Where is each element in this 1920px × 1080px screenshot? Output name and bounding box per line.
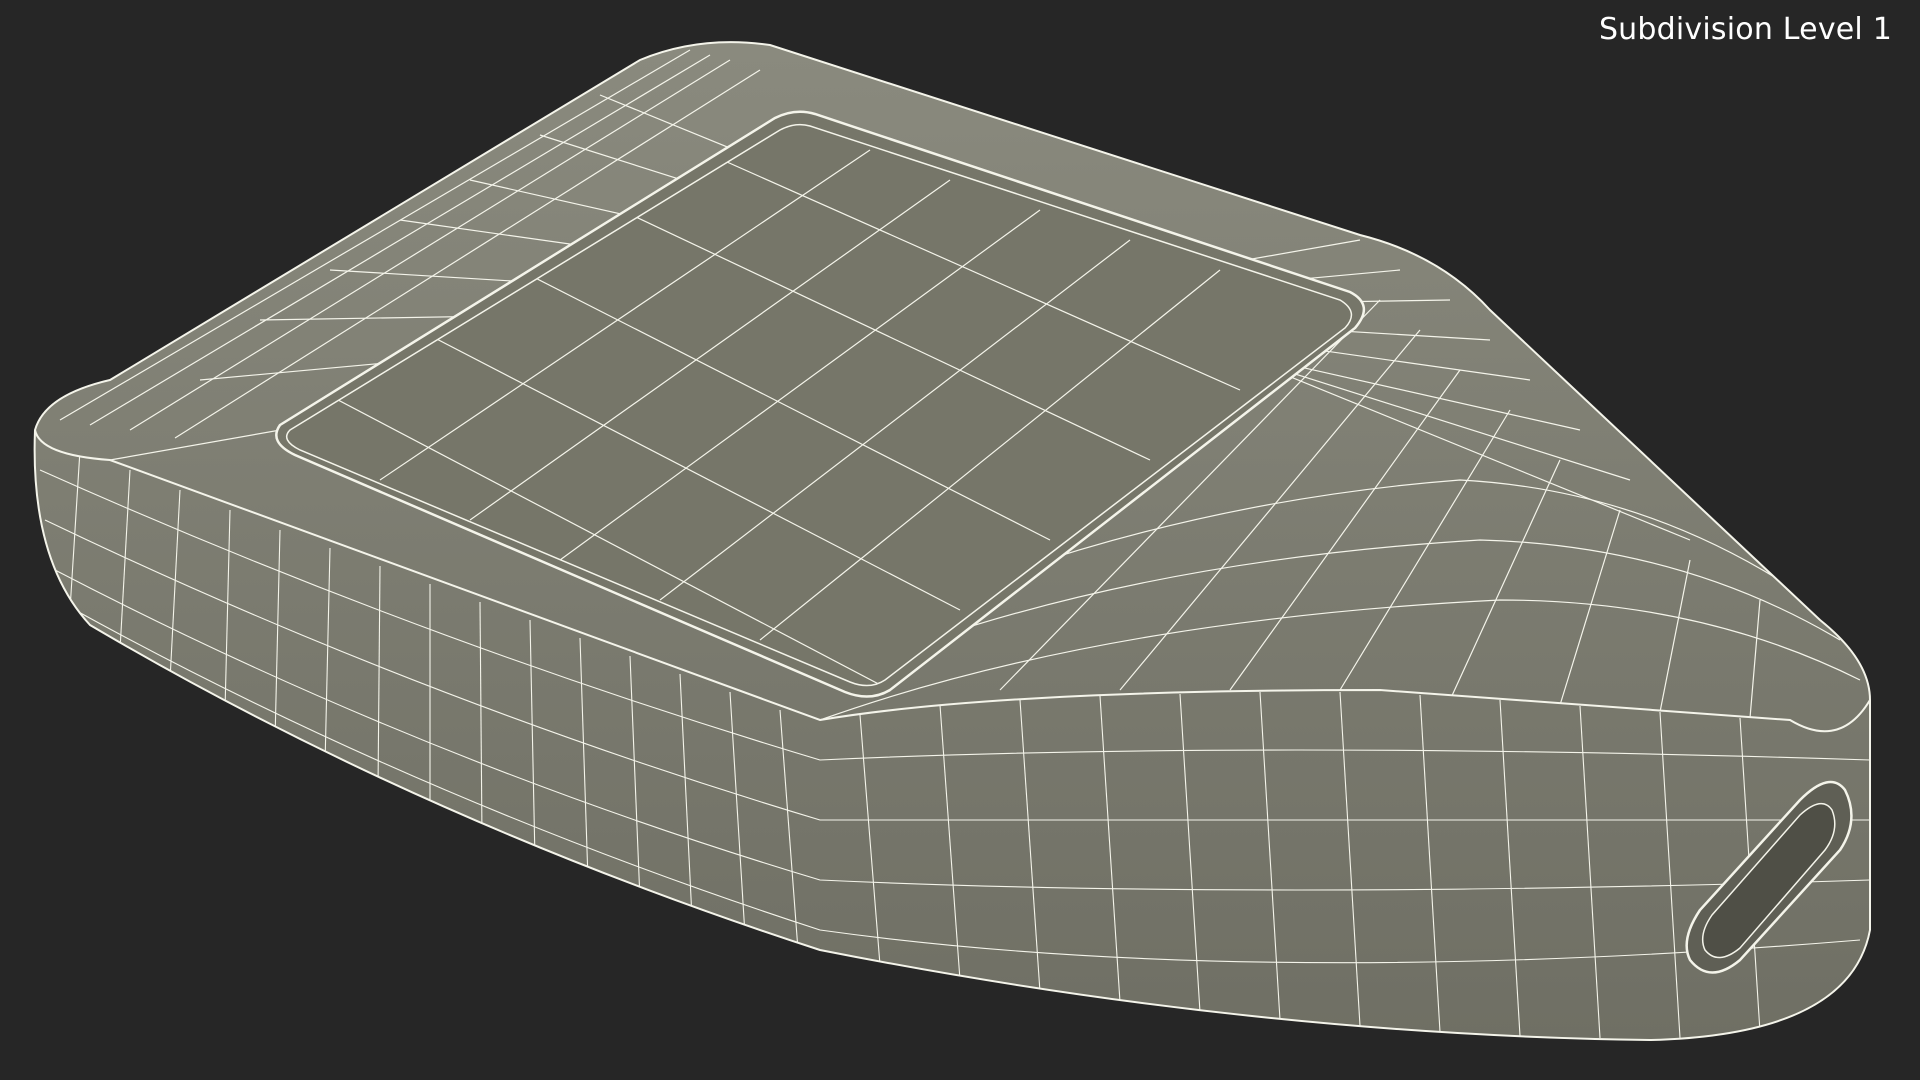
render-viewport: Subdivision Level 1 (0, 0, 1920, 1080)
subdivision-level-label: Subdivision Level 1 (1598, 12, 1892, 47)
wireframe-model (33, 41, 1871, 1042)
